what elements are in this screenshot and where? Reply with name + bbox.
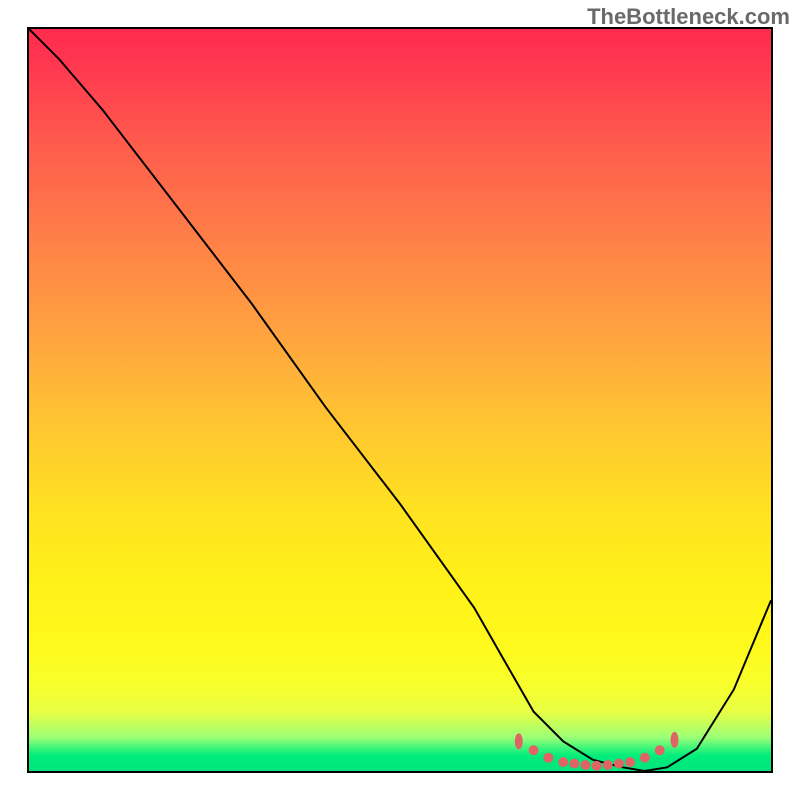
optimal-marker [640,753,650,763]
bottleneck-curve [29,29,771,771]
optimal-marker [671,732,679,748]
optimal-marker [569,759,579,769]
optimal-marker [614,759,624,769]
optimal-marker [655,745,665,755]
optimal-marker [515,733,523,749]
optimal-marker [558,757,568,767]
optimal-markers [515,732,679,771]
optimal-marker [592,761,602,771]
optimal-marker [543,753,553,763]
curve-svg [29,29,771,771]
optimal-marker [625,757,635,767]
optimal-marker [529,745,539,755]
optimal-marker [581,760,591,770]
attribution-text: TheBottleneck.com [587,4,790,30]
plot-area [27,27,773,773]
optimal-marker [603,760,613,770]
